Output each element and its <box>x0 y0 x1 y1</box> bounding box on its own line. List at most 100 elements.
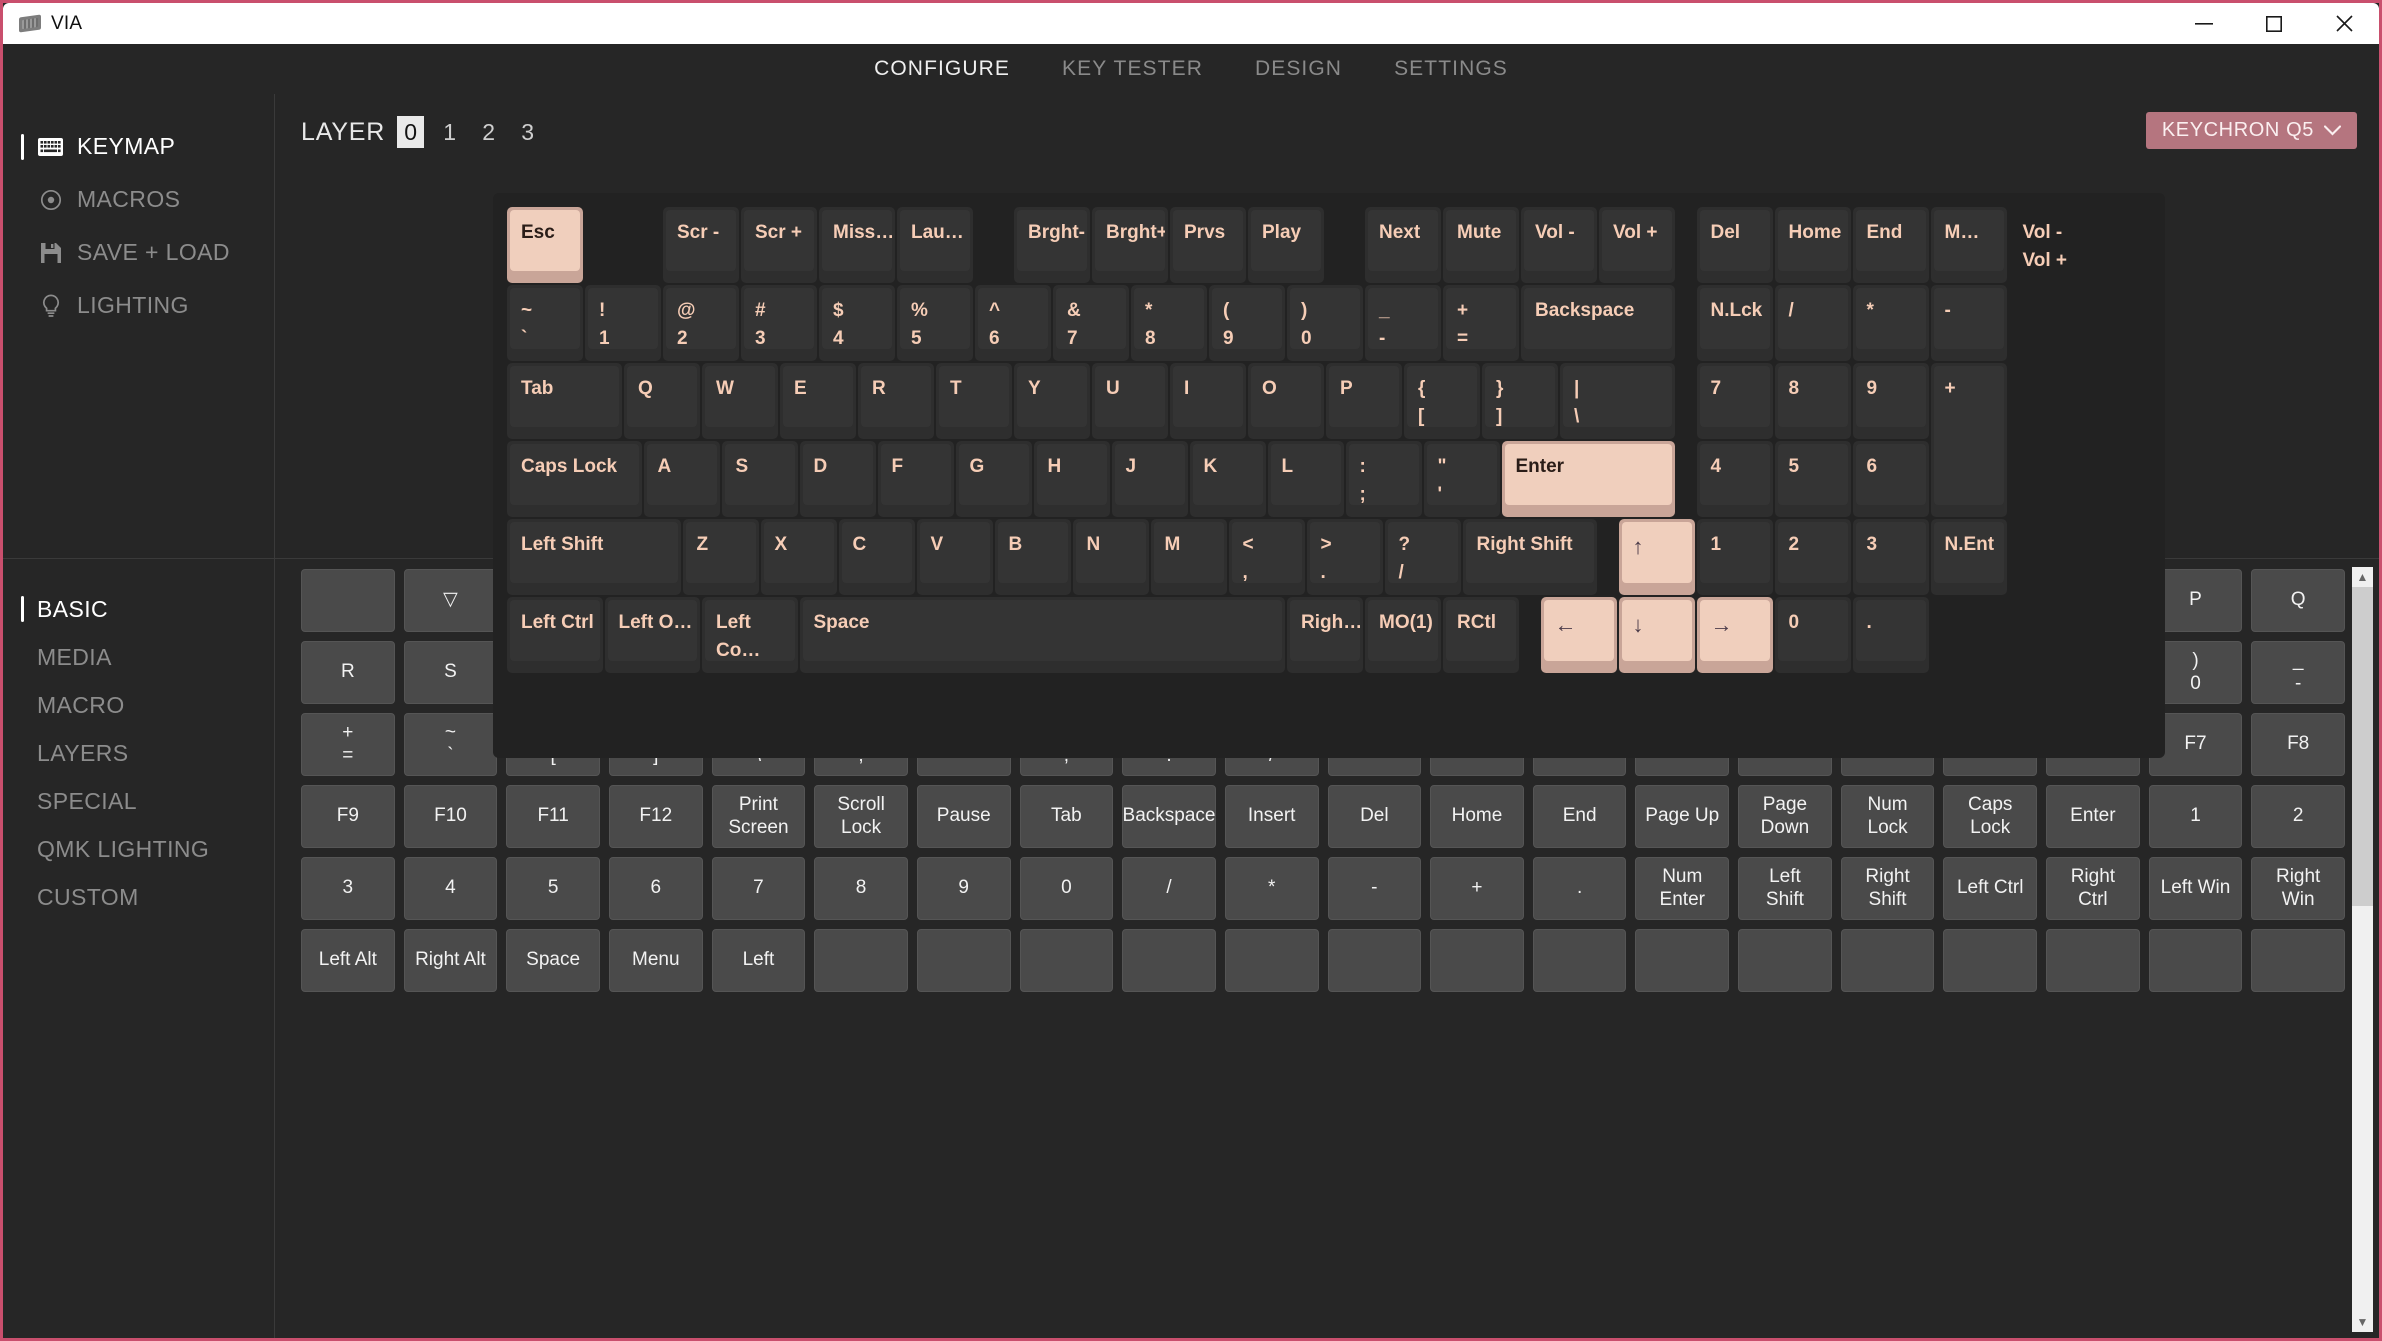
keypicker-key[interactable]: F12 <box>608 785 703 848</box>
keypicker-key[interactable]: 4 <box>403 857 498 920</box>
keyboard-key[interactable]: ← <box>1540 597 1617 673</box>
keypicker-key[interactable] <box>1738 929 1832 992</box>
sidebar-item-keymap[interactable]: KEYMAP <box>3 120 274 173</box>
keypicker-key[interactable]: Pause <box>916 785 1011 848</box>
keypicker-key[interactable]: Tab <box>1019 785 1114 848</box>
keypicker-key[interactable] <box>1430 929 1524 992</box>
keypicker-key[interactable] <box>1943 929 2038 992</box>
keyboard-key[interactable]: / <box>1774 285 1851 361</box>
keypicker-key[interactable]: Caps Lock <box>1943 785 2038 848</box>
keyboard-key[interactable]: ~ ` <box>507 285 583 361</box>
keypicker-key[interactable] <box>1532 929 1627 992</box>
keyboard-key[interactable]: ^ 6 <box>975 285 1051 361</box>
keyboard-key[interactable]: D <box>799 441 876 517</box>
keypicker-scrollbar[interactable]: ▲ ▼ <box>2352 567 2373 1332</box>
keypicker-key[interactable] <box>2046 929 2140 992</box>
keypicker-key[interactable]: 8 <box>814 857 908 920</box>
keyboard-key[interactable]: :; <box>1345 441 1422 517</box>
tab-design[interactable]: DESIGN <box>1251 55 1346 83</box>
keypicker-key[interactable]: Enter <box>2046 785 2140 848</box>
keyboard-key[interactable]: Brght+ <box>1092 207 1168 283</box>
keypicker-key[interactable]: Q <box>2251 569 2345 632</box>
sidebar-item-save-load[interactable]: SAVE + LOAD <box>3 226 274 279</box>
keyboard-key[interactable]: & 7 <box>1053 285 1129 361</box>
keyboard-key[interactable]: + <box>1930 363 2007 517</box>
keypicker-key[interactable] <box>1635 929 1730 992</box>
keypicker-category-qmk-lighting[interactable]: QMK LIGHTING <box>3 825 274 873</box>
keypicker-key[interactable]: Left Alt <box>301 929 395 992</box>
keyboard-key[interactable]: Left Ctrl <box>507 597 603 673</box>
keypicker-key[interactable]: Space <box>506 929 600 992</box>
keyboard-key[interactable]: 6 <box>1852 441 1929 517</box>
keyboard-key[interactable]: 7 <box>1696 363 1773 439</box>
keyboard-key[interactable]: | \ <box>1560 363 1675 439</box>
keyboard-key[interactable]: Z <box>682 519 759 595</box>
keyboard-key[interactable]: Left Co… <box>702 597 798 673</box>
keyboard-key[interactable]: Prvs <box>1170 207 1246 283</box>
keyboard-key[interactable]: <, <box>1228 519 1305 595</box>
keyboard-key[interactable]: K <box>1189 441 1266 517</box>
keypicker-key[interactable] <box>2251 929 2345 992</box>
keyboard-key[interactable]: N.Ent <box>1930 519 2007 595</box>
keyboard-key[interactable]: O <box>1248 363 1324 439</box>
keyboard-key[interactable]: 0 <box>1774 597 1851 673</box>
keypicker-key[interactable]: Right Alt <box>403 929 498 992</box>
keyboard-key[interactable]: ↑ <box>1618 519 1695 595</box>
keyboard-key[interactable]: J <box>1111 441 1188 517</box>
keyboard-key[interactable]: >. <box>1306 519 1383 595</box>
keypicker-key[interactable]: + = <box>301 713 395 776</box>
layer-button-1[interactable]: 1 <box>436 116 463 148</box>
keyboard-key[interactable]: N.Lck <box>1696 285 1773 361</box>
keypicker-key[interactable]: Right Win <box>2251 857 2345 920</box>
tab-key-tester[interactable]: KEY TESTER <box>1058 55 1207 83</box>
sidebar-item-lighting[interactable]: LIGHTING <box>3 279 274 332</box>
keyboard-key[interactable]: G <box>955 441 1032 517</box>
tab-settings[interactable]: SETTINGS <box>1390 55 1512 83</box>
keyboard-key[interactable]: * 8 <box>1131 285 1207 361</box>
keypicker-key[interactable]: Page Up <box>1635 785 1730 848</box>
keypicker-key[interactable]: - <box>1327 857 1422 920</box>
keypicker-key[interactable] <box>916 929 1011 992</box>
keyboard-key[interactable]: Lau… <box>897 207 973 283</box>
keyboard-key[interactable]: {[ <box>1404 363 1480 439</box>
keypicker-key[interactable]: + <box>1430 857 1524 920</box>
keypicker-category-macro[interactable]: MACRO <box>3 681 274 729</box>
keypicker-key[interactable]: 2 <box>2251 785 2345 848</box>
keypicker-key[interactable] <box>1327 929 1422 992</box>
keypicker-key[interactable]: S <box>403 641 498 704</box>
keypicker-key[interactable]: Num Enter <box>1635 857 1730 920</box>
keypicker-key[interactable]: 3 <box>301 857 395 920</box>
maximize-button[interactable] <box>2239 3 2309 44</box>
keypicker-key[interactable]: Home <box>1430 785 1524 848</box>
keyboard-key[interactable]: Righ… <box>1287 597 1363 673</box>
keypicker-category-special[interactable]: SPECIAL <box>3 777 274 825</box>
keyboard-key[interactable]: 1 <box>1696 519 1773 595</box>
keypicker-key[interactable]: F10 <box>403 785 498 848</box>
keyboard-key[interactable]: 3 <box>1852 519 1929 595</box>
keyboard-key[interactable]: RCtl <box>1443 597 1519 673</box>
keyboard-key[interactable]: Enter <box>1501 441 1675 517</box>
keypicker-key[interactable]: Menu <box>608 929 703 992</box>
layer-button-2[interactable]: 2 <box>475 116 502 148</box>
keypicker-key[interactable]: Left <box>711 929 806 992</box>
scrollbar-track[interactable] <box>2352 587 2373 1312</box>
scroll-up-icon[interactable]: ▲ <box>2352 567 2373 587</box>
keyboard-key[interactable]: 8 <box>1774 363 1851 439</box>
keyboard-key[interactable]: 5 <box>1774 441 1851 517</box>
close-button[interactable] <box>2309 3 2379 44</box>
keyboard-key[interactable]: Del <box>1696 207 1773 283</box>
keyboard-key[interactable]: Miss… <box>819 207 895 283</box>
keypicker-key[interactable] <box>1122 929 1216 992</box>
keypicker-key[interactable]: Right Shift <box>1840 857 1935 920</box>
keypicker-key[interactable]: * <box>1224 857 1319 920</box>
keyboard-key[interactable]: → <box>1696 597 1773 673</box>
keyboard-key[interactable]: Q <box>624 363 700 439</box>
keyboard-key[interactable]: * <box>1852 285 1929 361</box>
keypicker-key[interactable] <box>814 929 908 992</box>
keyboard-key[interactable]: A <box>643 441 720 517</box>
keypicker-key[interactable]: End <box>1532 785 1627 848</box>
keypicker-key[interactable]: Right Ctrl <box>2046 857 2140 920</box>
keyboard-key[interactable]: ! 1 <box>585 285 661 361</box>
keyboard-key[interactable]: MO(1) <box>1365 597 1441 673</box>
keyboard-key[interactable]: 4 <box>1696 441 1773 517</box>
